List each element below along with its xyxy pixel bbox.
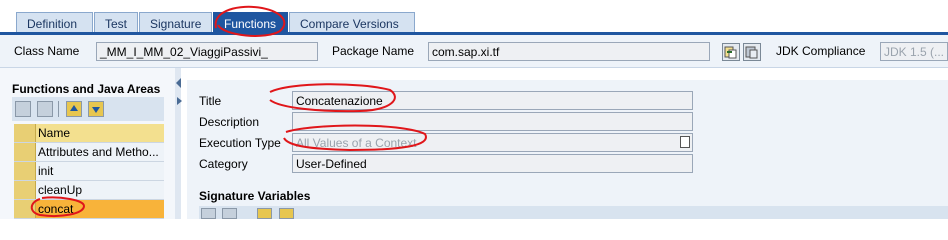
remove-variable-icon[interactable] <box>222 208 237 219</box>
list-item[interactable]: init <box>14 162 164 181</box>
row-selector[interactable] <box>14 200 36 218</box>
category-label: Category <box>199 157 248 171</box>
jdk-compliance-select[interactable]: JDK 1.5 (... <box>880 42 948 61</box>
select-all-cell[interactable] <box>14 124 36 142</box>
variable-down-icon[interactable] <box>279 208 294 219</box>
column-header-name[interactable]: Name <box>38 126 162 140</box>
class-name-label: Class Name <box>14 44 80 58</box>
list-item-label: cleanUp <box>38 183 83 197</box>
row-selector[interactable] <box>14 143 36 161</box>
move-up-icon[interactable] <box>66 101 82 117</box>
dropdown-icon[interactable] <box>680 136 690 148</box>
delete-row-icon[interactable] <box>37 101 53 117</box>
expand-arrow-icon[interactable] <box>177 97 182 105</box>
panel-splitter[interactable] <box>175 68 181 219</box>
jdk-compliance-label: JDK Compliance <box>776 44 866 58</box>
tab-functions[interactable]: Functions <box>213 12 288 33</box>
package-name-label: Package Name <box>332 44 415 58</box>
variable-up-icon[interactable] <box>257 208 272 219</box>
tab-signature[interactable]: Signature <box>139 12 212 33</box>
category-field[interactable]: User-Defined <box>292 154 693 173</box>
signature-variables-heading: Signature Variables <box>199 189 311 203</box>
signature-variables-toolbar <box>199 206 948 219</box>
description-field[interactable] <box>292 112 693 131</box>
move-down-icon[interactable] <box>88 101 104 117</box>
execution-type-label: Execution Type <box>199 136 281 150</box>
add-variable-icon[interactable] <box>201 208 216 219</box>
toolbar-separator <box>58 101 59 117</box>
list-item-label: init <box>38 164 54 178</box>
functions-panel-title: Functions and Java Areas <box>12 82 161 96</box>
table-header: Name <box>14 124 164 143</box>
title-field[interactable]: Concatenazione <box>292 91 693 110</box>
list-item-selected[interactable]: concat <box>14 200 164 219</box>
list-item-label: concat <box>38 202 74 216</box>
tab-test[interactable]: Test <box>94 12 138 33</box>
row-selector[interactable] <box>14 181 36 199</box>
package-name-field[interactable]: com.sap.xi.tf <box>428 42 710 61</box>
description-label: Description <box>199 115 260 129</box>
copy-icon[interactable] <box>722 43 740 61</box>
list-item[interactable]: Attributes and Metho... <box>14 143 164 162</box>
tab-compare-versions[interactable]: Compare Versions <box>289 12 415 33</box>
list-item-label: Attributes and Metho... <box>38 145 159 159</box>
tab-definition[interactable]: Definition <box>16 12 93 33</box>
collapse-panel-icon[interactable] <box>176 78 181 88</box>
execution-type-select[interactable]: All Values of a Context <box>292 133 693 152</box>
insert-row-icon[interactable] <box>15 101 31 117</box>
list-item[interactable]: cleanUp <box>14 181 164 200</box>
paste-icon[interactable] <box>743 43 761 61</box>
row-selector[interactable] <box>14 162 36 180</box>
class-name-field[interactable]: _MM_I_MM_02_ViaggiPassivi_ <box>96 42 318 61</box>
title-label: Title <box>199 94 222 108</box>
